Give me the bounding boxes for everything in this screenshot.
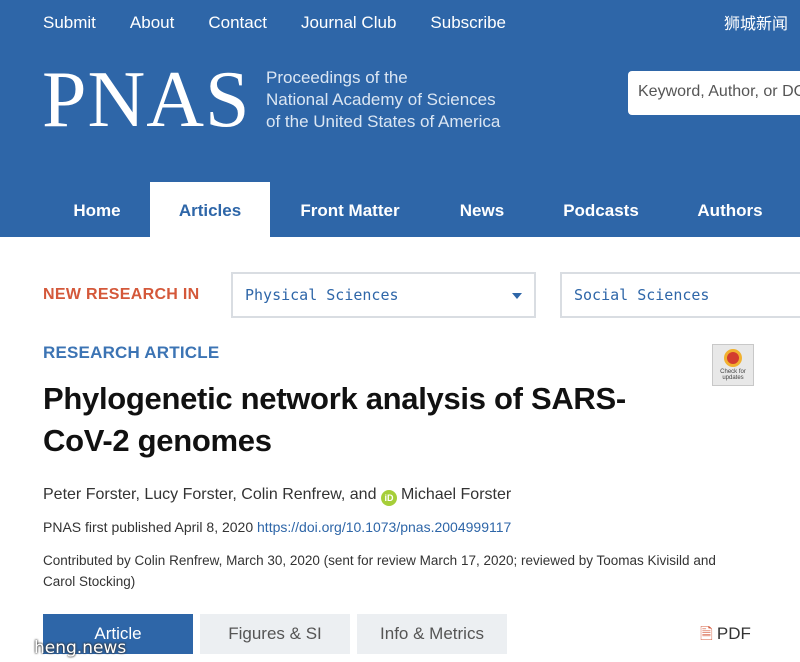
watermark-bottom: heng.news (34, 638, 127, 658)
tagline-line-3: of the United States of America (266, 112, 501, 131)
tagline-line-2: National Academy of Sciences (266, 90, 496, 109)
tagline: Proceedings of the National Academy of S… (266, 67, 500, 133)
check-for-updates-button[interactable]: Check for updates (712, 344, 754, 386)
pub-date: PNAS first published April 8, 2020 (43, 519, 254, 535)
check-updates-label: Check for updates (720, 369, 746, 381)
publication-info: PNAS first published April 8, 2020 https… (43, 519, 511, 535)
tagline-line-1: Proceedings of the (266, 68, 408, 87)
nav-home[interactable]: Home (48, 182, 146, 237)
nav-front-matter[interactable]: Front Matter (282, 182, 418, 237)
submit-link[interactable]: Submit (43, 12, 96, 34)
nav-podcasts[interactable]: Podcasts (546, 182, 656, 237)
title-line-2: CoV-2 genomes (43, 423, 272, 458)
authors-text[interactable]: Peter Forster, Lucy Forster, Colin Renfr… (43, 486, 376, 503)
pdf-label: PDF (716, 624, 751, 643)
title-line-1: Phylogenetic network analysis of SARS- (43, 381, 626, 416)
journal-club-link[interactable]: Journal Club (301, 12, 396, 34)
nav-authors[interactable]: Authors (680, 182, 780, 237)
subscribe-link[interactable]: Subscribe (430, 12, 506, 34)
contrib-line-2: Carol Stocking) (43, 574, 136, 589)
search-input[interactable]: Keyword, Author, or DOI (628, 71, 800, 115)
nav-news[interactable]: News (440, 182, 524, 237)
contact-link[interactable]: Contact (208, 12, 267, 34)
new-research-label: NEW RESEARCH IN (43, 286, 200, 303)
select-value: Physical Sciences (245, 286, 399, 304)
pnas-logo[interactable]: PNAS (42, 60, 251, 140)
main-nav: Home Articles Front Matter News Podcasts… (0, 182, 800, 237)
article-title: Phylogenetic network analysis of SARS- C… (43, 378, 683, 462)
author-list: Peter Forster, Lucy Forster, Colin Renfr… (43, 486, 511, 506)
nav-articles[interactable]: Articles (150, 182, 270, 237)
select-value: Social Sciences (574, 286, 710, 304)
tab-info-metrics[interactable]: Info & Metrics (357, 614, 507, 654)
doi-link[interactable]: https://doi.org/10.1073/pnas.2004999117 (257, 519, 511, 535)
contrib-line-1: Contributed by Colin Renfrew, March 30, … (43, 553, 716, 568)
site-header: Submit About Contact Journal Club Subscr… (0, 0, 800, 237)
top-links: Submit About Contact Journal Club Subscr… (43, 12, 540, 34)
contribution-note: Contributed by Colin Renfrew, March 30, … (43, 550, 763, 592)
chevron-down-icon (512, 293, 522, 299)
pdf-link[interactable]: 🗎 PDF (700, 623, 751, 650)
social-sciences-select[interactable]: Social Sciences (560, 272, 800, 318)
article-type: RESEARCH ARTICLE (43, 343, 220, 362)
check-updates-icon (724, 349, 742, 367)
author-michael-forster[interactable]: Michael Forster (401, 486, 511, 503)
tab-figures-si[interactable]: Figures & SI (200, 614, 350, 654)
pdf-icon: 🗎 (700, 626, 713, 643)
watermark-top: 狮城新闻 (723, 14, 788, 33)
physical-sciences-select[interactable]: Physical Sciences (231, 272, 536, 318)
orcid-icon[interactable]: iD (380, 490, 397, 506)
about-link[interactable]: About (130, 12, 174, 34)
